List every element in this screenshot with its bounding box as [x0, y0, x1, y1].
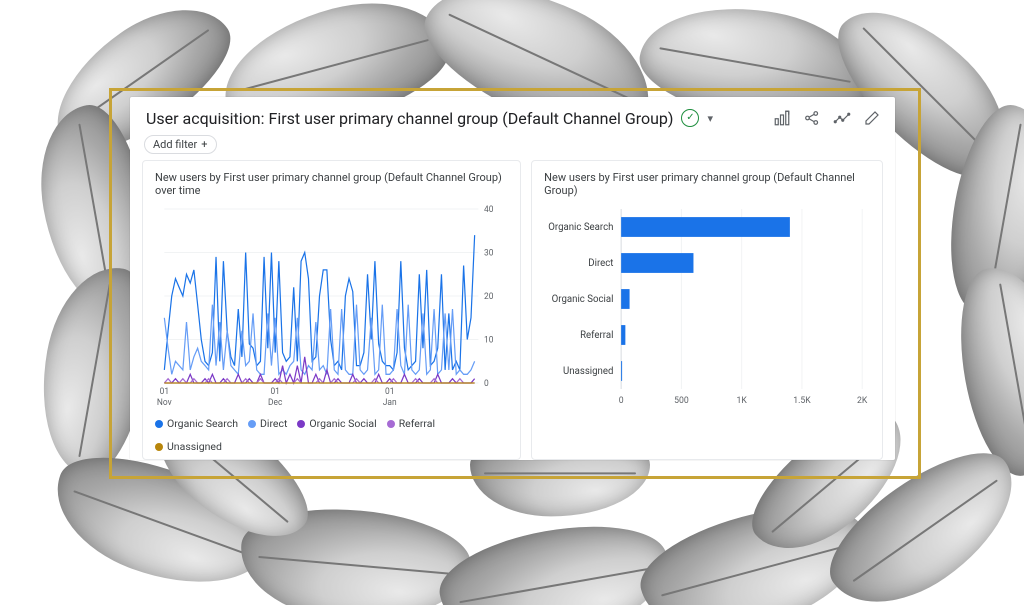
svg-text:Organic Social: Organic Social	[552, 294, 614, 305]
plus-icon: +	[201, 138, 207, 151]
line-chart-card: New users by First user primary channel …	[142, 160, 521, 460]
legend-item[interactable]: Direct	[248, 417, 287, 430]
add-filter-button[interactable]: Add filter +	[144, 135, 217, 154]
svg-text:01: 01	[385, 387, 394, 397]
svg-text:01: 01	[160, 387, 169, 397]
svg-text:Jan: Jan	[383, 398, 397, 408]
svg-text:Direct: Direct	[588, 258, 613, 269]
report-header: User acquisition: First user primary cha…	[130, 97, 895, 133]
svg-text:0: 0	[484, 379, 489, 389]
legend-item[interactable]: Organic Search	[155, 417, 238, 430]
legend-item[interactable]: Referral	[387, 417, 435, 430]
svg-text:1.5K: 1.5K	[793, 396, 811, 406]
line-chart: 01020304001Nov01Dec01Jan	[155, 203, 510, 413]
svg-text:Unassigned: Unassigned	[563, 366, 613, 377]
dropdown-caret-icon[interactable]: ▾	[707, 112, 713, 125]
legend-label: Organic Search	[167, 417, 238, 430]
svg-text:30: 30	[484, 248, 494, 258]
legend-label: Referral	[399, 417, 435, 430]
svg-text:Nov: Nov	[157, 398, 173, 408]
legend-dot-icon	[387, 420, 395, 428]
svg-text:40: 40	[484, 205, 494, 215]
svg-text:20: 20	[484, 292, 494, 302]
bar-chart: 0 500 1K 1.5K 2K Organic Search Direct Organic …	[544, 203, 872, 413]
legend-dot-icon	[248, 420, 256, 428]
legend-label: Organic Social	[309, 417, 376, 430]
line-chart-title: New users by First user primary channel …	[155, 171, 510, 197]
line-chart-legend: Organic Search Direct Organic Social Referr…	[155, 417, 510, 453]
legend-item[interactable]: Unassigned	[155, 440, 222, 453]
legend-dot-icon	[155, 420, 163, 428]
bar-chart-card: New users by First user primary channel …	[531, 160, 883, 460]
svg-text:10: 10	[484, 335, 494, 345]
insights-icon[interactable]	[831, 107, 853, 129]
share-icon[interactable]	[801, 107, 823, 129]
legend-dot-icon	[155, 443, 163, 451]
svg-text:0: 0	[619, 396, 624, 406]
svg-text:2K: 2K	[857, 396, 868, 406]
legend-label: Direct	[260, 417, 287, 430]
legend-item[interactable]: Organic Social	[297, 417, 376, 430]
edit-icon[interactable]	[861, 107, 883, 129]
svg-text:500: 500	[674, 396, 689, 406]
page-title: User acquisition: First user primary cha…	[146, 109, 673, 128]
svg-text:Dec: Dec	[268, 398, 283, 408]
customize-report-icon[interactable]	[771, 107, 793, 129]
svg-text:01: 01	[270, 387, 279, 397]
bar-chart-title: New users by First user primary channel …	[544, 171, 872, 197]
svg-text:1K: 1K	[737, 396, 748, 406]
legend-label: Unassigned	[167, 440, 222, 453]
svg-text:Referral: Referral	[580, 330, 613, 341]
status-ok-icon: ✓	[681, 109, 699, 127]
add-filter-label: Add filter	[153, 138, 197, 151]
analytics-panel: User acquisition: First user primary cha…	[130, 97, 895, 460]
legend-dot-icon	[297, 420, 305, 428]
svg-text:Organic Search: Organic Search	[548, 222, 613, 233]
